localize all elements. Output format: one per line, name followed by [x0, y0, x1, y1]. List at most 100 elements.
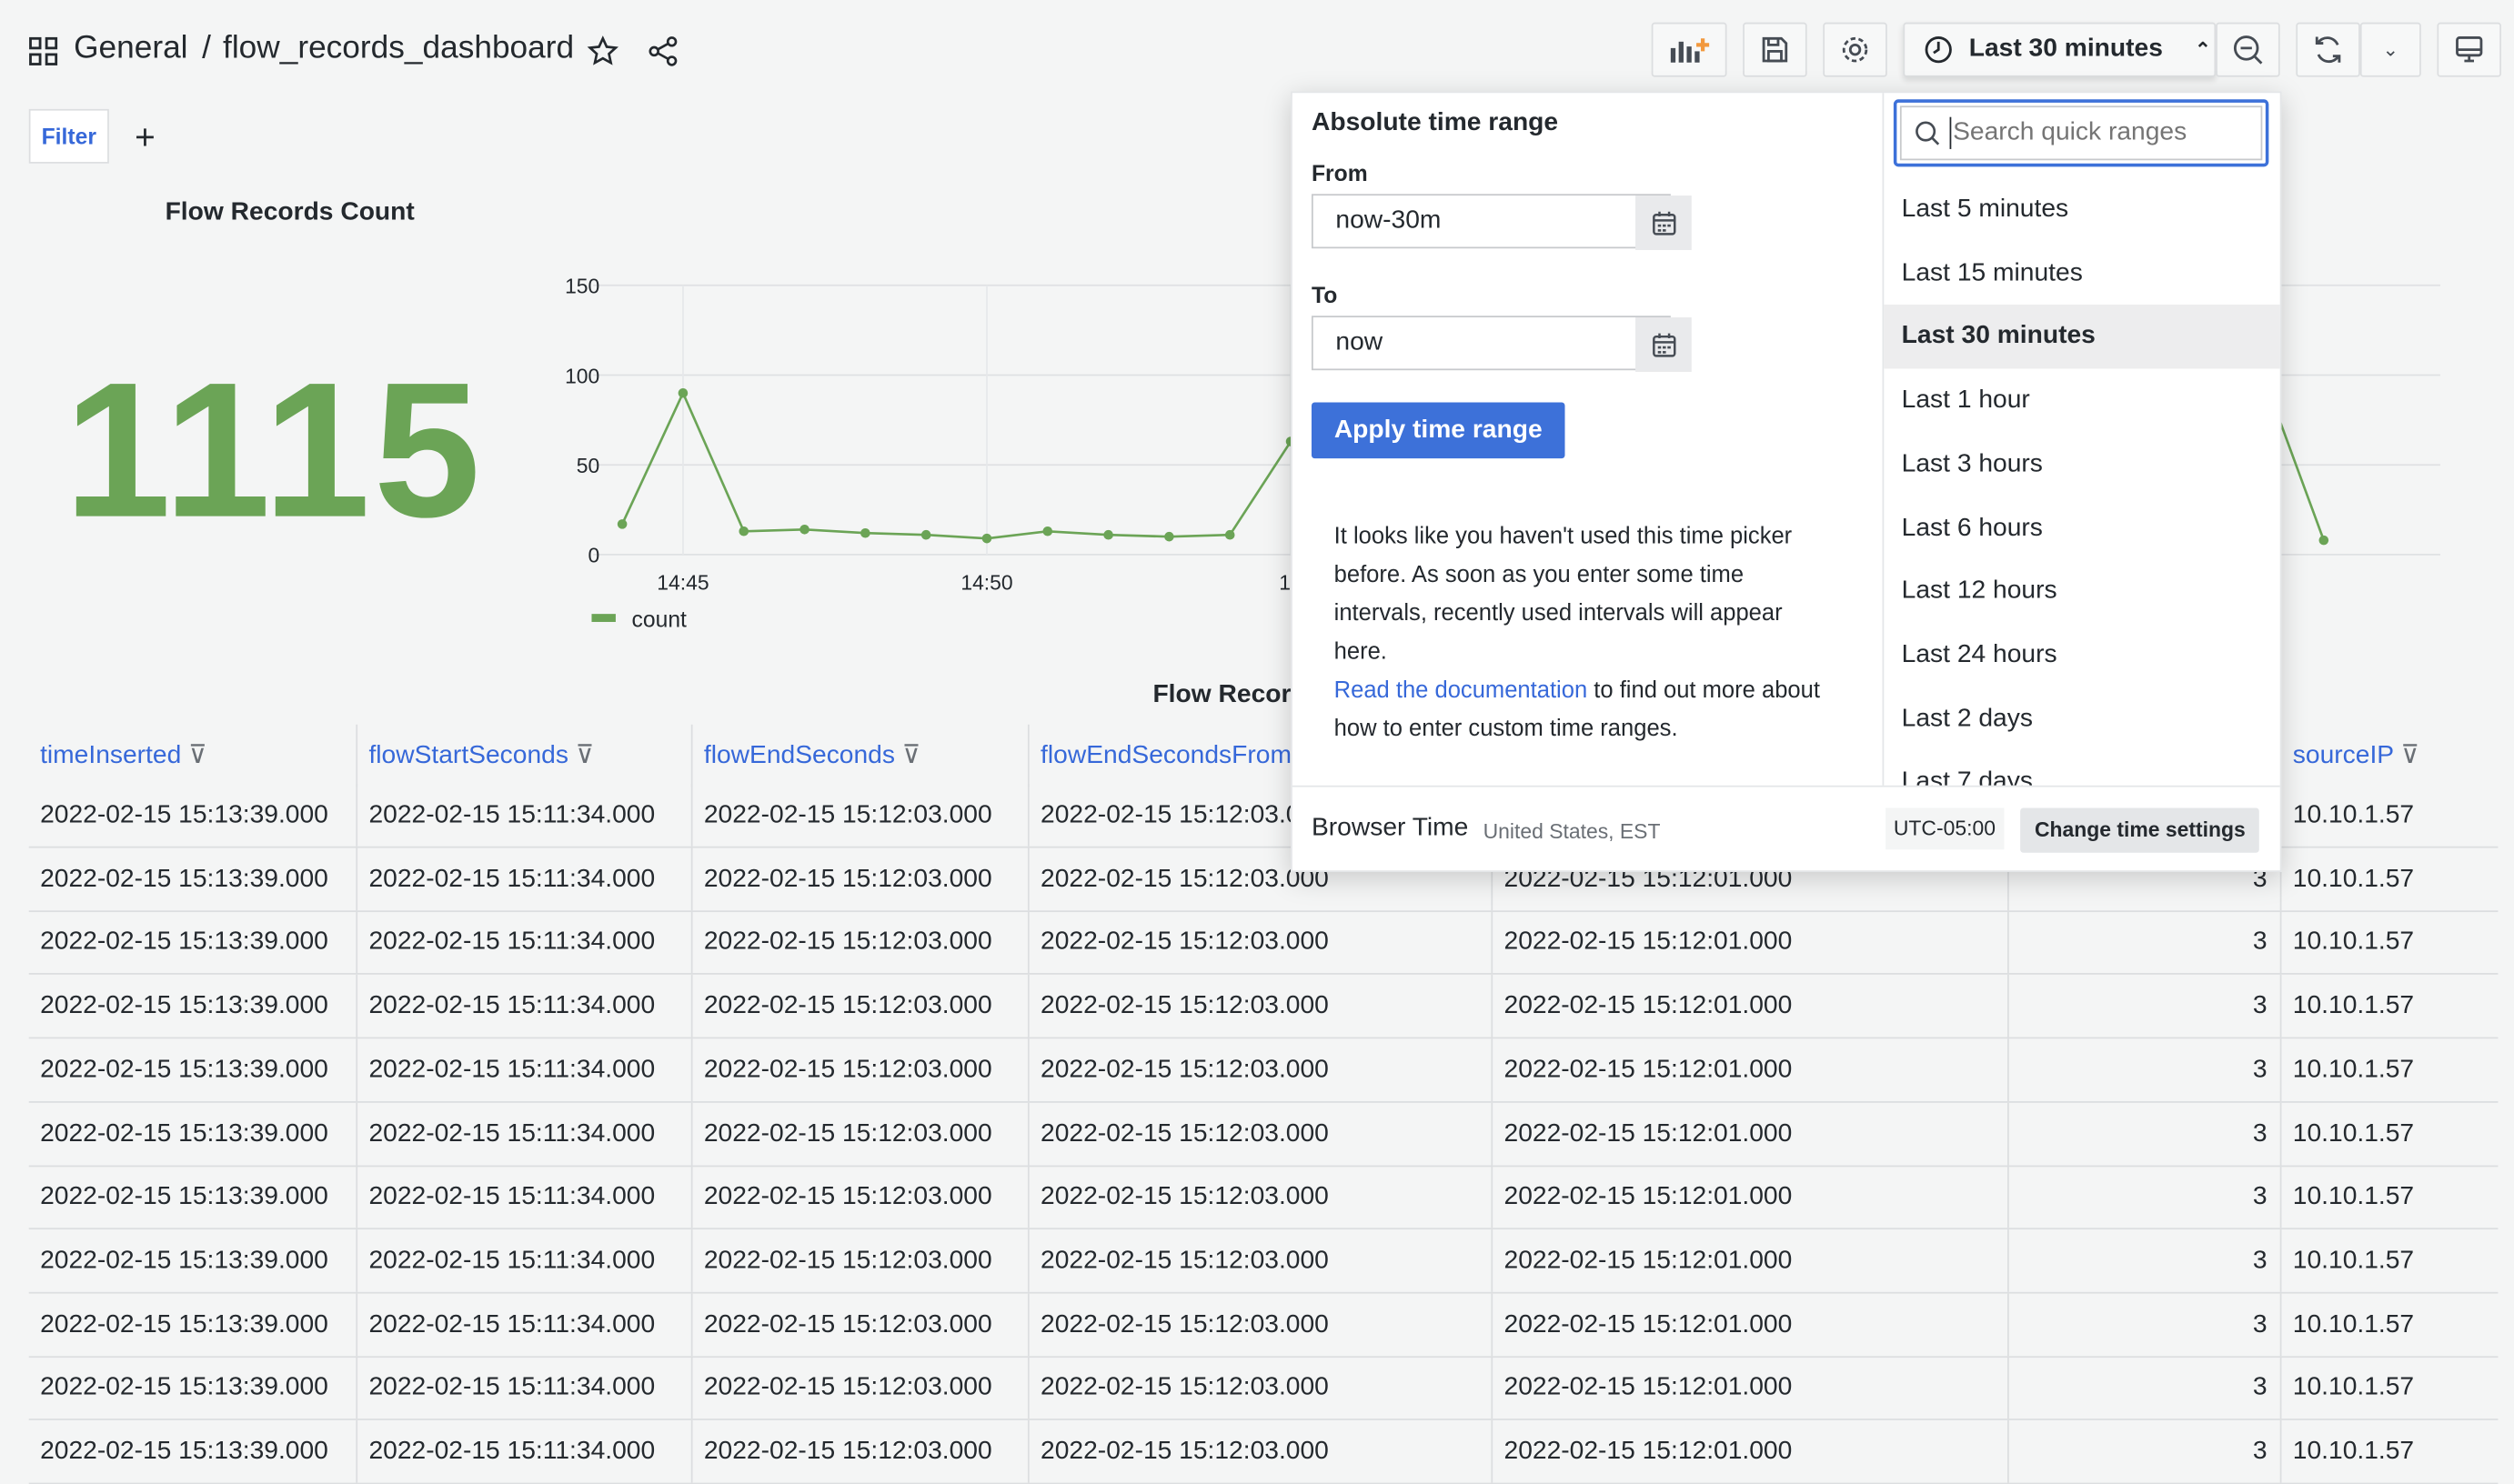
table-cell: 2022-02-15 15:13:39.000: [40, 992, 328, 1020]
from-calendar-button[interactable]: [1635, 196, 1692, 250]
quick-range-item[interactable]: Last 2 days: [1884, 687, 2279, 752]
table-cell: 2022-02-15 15:12:03.000: [703, 801, 992, 829]
quick-range-item[interactable]: Last 30 minutes: [1884, 305, 2280, 370]
table-cell: 2022-02-15 15:12:01.000: [1503, 1056, 1793, 1084]
x-tick-label: 14:50: [960, 571, 1012, 595]
table-cell: 2022-02-15 15:11:34.000: [368, 1310, 656, 1339]
quick-range-item[interactable]: Last 24 hours: [1884, 624, 2279, 688]
table-cell: 2022-02-15 15:12:03.000: [703, 865, 992, 893]
table-cell: 2022-02-15 15:13:39.000: [40, 1374, 328, 1402]
table-cell: 2022-02-15 15:12:03.000: [703, 1247, 992, 1275]
data-point: [1042, 526, 1053, 536]
quick-range-item[interactable]: Last 1 hour: [1884, 369, 2279, 434]
table-cell: 2022-02-15 15:12:01.000: [1503, 1438, 1793, 1466]
data-point: [1103, 529, 1113, 540]
table-cell: 2022-02-15 15:11:34.000: [368, 801, 656, 829]
y-tick-label: 100: [565, 364, 599, 387]
search-quick-ranges-input[interactable]: [1949, 116, 2261, 149]
to-label: To: [1311, 282, 1338, 308]
data-point: [860, 527, 870, 538]
table-cell: 2022-02-15 15:12:03.000: [1041, 1056, 1329, 1084]
series-line-segment: [926, 533, 988, 540]
to-input[interactable]: now: [1311, 316, 1692, 372]
legend-label[interactable]: count: [632, 606, 687, 631]
data-point: [799, 524, 810, 535]
calendar-icon: [1652, 333, 1675, 357]
table-cell: 2022-02-15 15:12:03.000: [1041, 1247, 1329, 1275]
table-cell: 2022-02-15 15:12:01.000: [1503, 1247, 1793, 1275]
table-cell: 10.10.1.57: [2292, 1119, 2415, 1148]
time-picker-popup: Absolute time range From now-30m To now …: [1291, 91, 2282, 872]
table-cell: 2022-02-15 15:11:34.000: [368, 1374, 656, 1402]
series-line-segment: [804, 527, 866, 535]
filter-icon[interactable]: ⊽: [181, 742, 207, 769]
table-cell: 10.10.1.57: [2292, 1310, 2415, 1339]
table-cell: 2022-02-15 15:13:39.000: [40, 801, 328, 829]
table-cell: 2022-02-15 15:11:34.000: [368, 992, 656, 1020]
table-cell: 2022-02-15 15:12:03.000: [1041, 1310, 1329, 1339]
quick-range-item[interactable]: Last 7 days: [1884, 751, 2279, 786]
to-value: now: [1335, 328, 1383, 356]
apply-time-range-button[interactable]: Apply time range: [1311, 402, 1565, 459]
filter-icon[interactable]: ⊽: [2394, 742, 2419, 769]
quick-range-item[interactable]: Last 5 minutes: [1884, 178, 2279, 243]
quick-range-item[interactable]: Last 12 hours: [1884, 560, 2279, 625]
table-row: 2022-02-15 15:13:39.000 2022-02-15 15:11:…: [28, 974, 2499, 1039]
table-cell: 2022-02-15 15:12:01.000: [1503, 992, 1793, 1020]
table-row: 2022-02-15 15:13:39.000 2022-02-15 15:11:…: [28, 1038, 2499, 1103]
quick-range-item[interactable]: Last 3 hours: [1884, 433, 2279, 497]
y-tick-label: 150: [565, 275, 599, 298]
from-value: now-30m: [1335, 206, 1442, 235]
table-cell: 2022-02-15 15:12:03.000: [703, 992, 992, 1020]
data-point: [920, 529, 931, 540]
utc-offset-badge: UTC-05:00: [1886, 807, 2004, 850]
table-row: 2022-02-15 15:13:39.000 2022-02-15 15:11:…: [28, 1165, 2499, 1230]
search-quick-ranges[interactable]: [1893, 99, 2269, 167]
table-cell: 2022-02-15 15:12:03.000: [703, 1119, 992, 1148]
table-cell: 10.10.1.57: [2292, 1183, 2415, 1211]
filter-icon[interactable]: ⊽: [895, 742, 921, 769]
quick-range-item[interactable]: Last 6 hours: [1884, 496, 2279, 561]
table-row: 2022-02-15 15:13:39.000 2022-02-15 15:11:…: [28, 1292, 2499, 1358]
table-cell: 2022-02-15 15:12:01.000: [1503, 1310, 1793, 1339]
quick-range-item[interactable]: Last 15 minutes: [1884, 242, 2279, 306]
info-text: It looks like you haven't used this time…: [1333, 524, 1793, 666]
data-point: [2318, 535, 2329, 546]
table-cell: 3: [2252, 992, 2268, 1020]
table-cell: 2022-02-15 15:13:39.000: [40, 1310, 328, 1339]
to-calendar-button[interactable]: [1635, 317, 1692, 372]
data-point: [1224, 529, 1235, 540]
table-row: 2022-02-15 15:13:39.000 2022-02-15 15:11:…: [28, 1101, 2499, 1167]
column-header[interactable]: timeInserted: [40, 742, 181, 769]
table-cell: 2022-02-15 15:11:34.000: [368, 1247, 656, 1275]
column-header[interactable]: sourceIP: [2293, 742, 2394, 769]
table-cell: 2022-02-15 15:12:03.000: [1041, 1119, 1329, 1148]
table-cell: 2022-02-15 15:12:03.000: [703, 1183, 992, 1211]
table-cell: 2022-02-15 15:12:01.000: [1503, 1119, 1793, 1148]
table-cell: 2022-02-15 15:13:39.000: [40, 928, 328, 957]
series-line-segment: [865, 531, 927, 536]
table-cell: 2022-02-15 15:12:03.000: [703, 1438, 992, 1466]
from-input[interactable]: now-30m: [1311, 194, 1692, 250]
table-cell: 2022-02-15 15:13:39.000: [40, 1247, 328, 1275]
series-line-segment: [681, 392, 745, 532]
documentation-link[interactable]: Read the documentation: [1334, 678, 1588, 704]
table-cell: 2022-02-15 15:12:03.000: [1041, 992, 1329, 1020]
table-cell: 2022-02-15 15:11:34.000: [368, 1438, 656, 1466]
filter-icon[interactable]: ⊽: [568, 742, 595, 769]
change-time-settings-button[interactable]: Change time settings: [2020, 807, 2260, 853]
table-cell: 2022-02-15 15:12:01.000: [1503, 928, 1793, 957]
table-cell: 10.10.1.57: [2292, 1438, 2415, 1466]
table-cell: 3: [2252, 928, 2268, 957]
table-row: 2022-02-15 15:13:39.000 2022-02-15 15:11:…: [28, 910, 2499, 976]
column-header[interactable]: flowStartSeconds: [368, 742, 568, 769]
column-header[interactable]: flowEndSeconds: [704, 742, 895, 769]
column-header[interactable]: flowEndSecondsFrom: [1041, 742, 1292, 769]
legend-swatch: [591, 614, 616, 622]
series-line-segment: [1169, 533, 1231, 538]
table-cell: 2022-02-15 15:12:03.000: [703, 1310, 992, 1339]
table-cell: 2022-02-15 15:11:34.000: [368, 1183, 656, 1211]
absolute-range-title: Absolute time range: [1311, 108, 1559, 136]
table-cell: 2022-02-15 15:12:03.000: [1041, 1438, 1329, 1466]
series-line-segment: [1047, 529, 1109, 536]
